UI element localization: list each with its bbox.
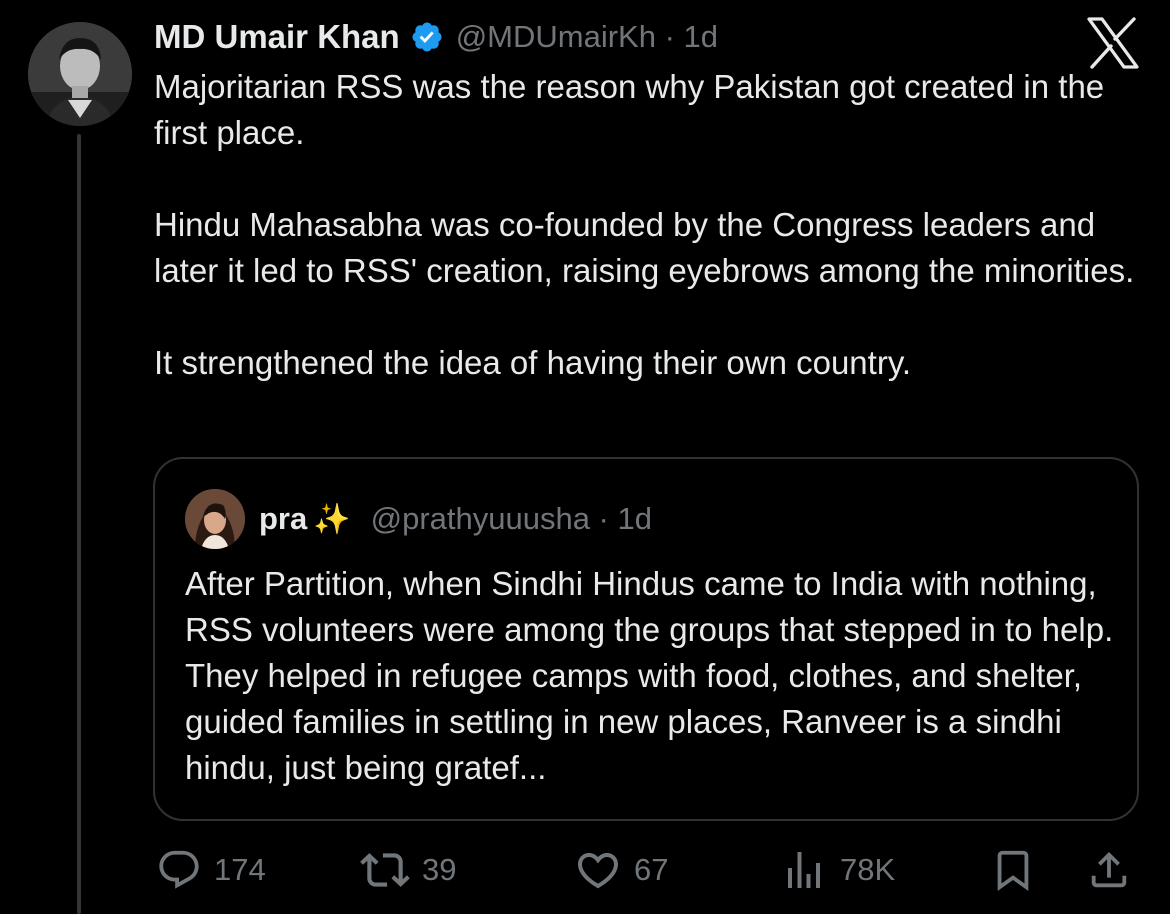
reply-button[interactable]: 174 (156, 842, 266, 898)
reply-icon (159, 850, 199, 889)
views-button[interactable]: 78K (780, 842, 895, 898)
bookmark-button[interactable] (990, 842, 1036, 898)
thread-line (77, 134, 81, 914)
quoted-author-name[interactable]: pra (259, 501, 307, 537)
author-handle-time[interactable]: @MDUmairKh · 1d (456, 19, 718, 55)
tweet-paragraph: Hindu Mahasabha was co-founded by the Co… (154, 206, 1135, 289)
tweet-paragraph: Majoritarian RSS was the reason why Paki… (154, 68, 1105, 151)
share-button[interactable] (1086, 842, 1132, 898)
author-name[interactable]: MD Umair Khan (154, 18, 400, 56)
views-chart-icon (788, 852, 820, 888)
tweet-body: Majoritarian RSS was the reason why Paki… (154, 64, 1154, 386)
x-logo-icon (1087, 17, 1139, 69)
reply-count: 174 (214, 852, 266, 887)
verified-badge-icon (412, 22, 442, 52)
action-bar: 174 39 67 78K (156, 842, 1146, 898)
view-count: 78K (840, 852, 896, 887)
quoted-text: After Partition, when Sindhi Hindus came… (185, 565, 1114, 786)
like-button[interactable]: 67 (574, 842, 668, 898)
author-avatar[interactable] (28, 22, 132, 126)
sparkles-icon: ✨ (313, 502, 351, 536)
repost-button[interactable]: 39 (360, 842, 456, 898)
bookmark-icon (997, 850, 1029, 891)
repost-icon (360, 853, 410, 887)
quoted-header: pra ✨ @prathyuuusha · 1d (259, 496, 652, 542)
quoted-author-avatar[interactable] (185, 489, 245, 549)
tweet-header: MD Umair Khan @MDUmairKh · 1d (154, 14, 718, 60)
share-icon (1091, 851, 1127, 888)
tweet-paragraph: It strengthened the idea of having their… (154, 344, 912, 381)
quoted-tweet[interactable]: pra ✨ @prathyuuusha · 1d After Partition… (153, 457, 1139, 821)
heart-icon (577, 853, 619, 889)
like-count: 67 (634, 852, 669, 887)
quoted-handle-time[interactable]: @prathyuuusha · 1d (371, 501, 652, 537)
repost-count: 39 (422, 852, 457, 887)
